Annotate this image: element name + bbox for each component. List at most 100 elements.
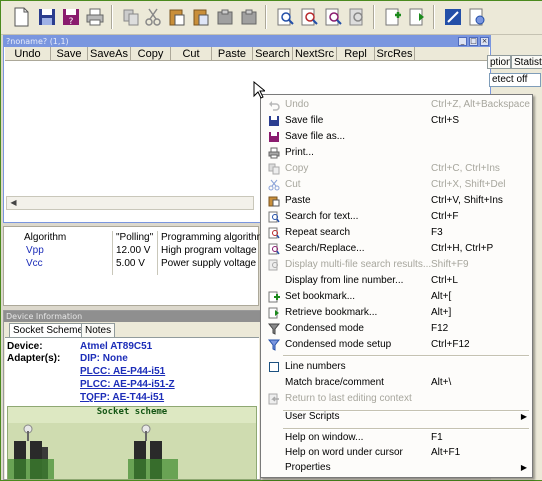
minimize-icon[interactable]: _	[458, 37, 467, 46]
menu-item-repeat-search[interactable]: Repeat search F3	[263, 225, 531, 241]
tab-options[interactable]: ptions	[487, 55, 511, 69]
clipboard-alt-icon[interactable]	[237, 5, 261, 29]
property-description: High program voltage	[161, 245, 257, 256]
replace-button[interactable]: Repl	[337, 47, 375, 61]
menu-item-label: Cut	[285, 179, 301, 190]
find-next-icon[interactable]	[297, 5, 321, 29]
menu-item-save-file[interactable]: Save file Ctrl+S	[263, 113, 531, 129]
new-file-icon[interactable]	[9, 5, 33, 29]
save-icon[interactable]	[35, 5, 59, 29]
menu-item-save-file-as[interactable]: Save file as...	[263, 129, 531, 145]
set-bookmark-icon[interactable]	[381, 5, 405, 29]
context-menu: Undo Ctrl+Z, Alt+Backspace Save file Ctr…	[260, 94, 533, 478]
close-icon[interactable]: ×	[480, 37, 489, 46]
menu-item-label: Help on word under cursor	[285, 447, 403, 458]
cut-icon[interactable]	[141, 5, 165, 29]
cut-button[interactable]: Cut	[171, 47, 212, 61]
menu-item-label: Search for text...	[285, 211, 359, 222]
copy-button[interactable]: Copy	[131, 47, 171, 61]
menu-item-retrieve-bookmark[interactable]: Retrieve bookmark... Alt+]	[263, 305, 531, 321]
edit-window-icon[interactable]	[441, 5, 465, 29]
menu-item-label: Paste	[285, 195, 311, 206]
tab-notes[interactable]: Notes	[81, 323, 116, 337]
menu-item-label: Condensed mode setup	[285, 339, 392, 350]
toolbar-separator	[373, 5, 375, 29]
socket-scheme-diagram: Socket scheme	[7, 406, 257, 480]
paste-icon[interactable]	[165, 5, 189, 29]
menu-item-label: Line numbers	[285, 361, 346, 372]
save-as-button[interactable]: SaveAs	[88, 47, 131, 61]
application-window: ? ?noname? (1,1) _ □ × Undo Save SaveAs …	[0, 0, 542, 481]
find-icon[interactable]	[273, 5, 297, 29]
print-icon[interactable]	[83, 5, 107, 29]
tab-statistics[interactable]: Statisti	[511, 55, 542, 69]
retrieve-bookmark-icon[interactable]	[405, 5, 429, 29]
line-numbers-checkbox[interactable]	[269, 362, 279, 372]
tab-socket-scheme[interactable]: Socket Scheme	[9, 323, 88, 337]
menu-item-undo[interactable]: Undo Ctrl+Z, Alt+Backspace	[263, 97, 531, 113]
menu-item-display-line-number[interactable]: Display from line number... Ctrl+L	[263, 273, 531, 289]
submenu-arrow-icon: ▶	[520, 463, 527, 472]
menu-item-search-for-text[interactable]: Search for text... Ctrl+F	[263, 209, 531, 225]
search-results-button[interactable]: SrcRes	[375, 47, 415, 61]
menu-item-return-editing-context[interactable]: Return to last editing context	[263, 391, 531, 407]
menu-item-properties[interactable]: Properties ▶	[263, 460, 531, 476]
menu-item-shortcut: Alt+F1	[431, 447, 461, 458]
table-row[interactable]: Vpp 12.00 V High program voltage	[4, 244, 260, 257]
save-button[interactable]: Save	[51, 47, 88, 61]
menu-item-match-brace[interactable]: Match brace/comment Alt+\	[263, 375, 531, 391]
detect-field[interactable]: etect off	[489, 73, 541, 87]
submenu-arrow-icon: ▶	[520, 412, 527, 421]
menu-item-display-search-results[interactable]: Display multi-file search results... Shi…	[263, 257, 531, 273]
adapter-dip: DIP: None	[80, 353, 128, 364]
menu-item-cut[interactable]: Cut Ctrl+X, Shift+Del	[263, 177, 531, 193]
paste-special-icon[interactable]	[189, 5, 213, 29]
copy-icon[interactable]	[119, 5, 143, 29]
horizontal-scrollbar[interactable]: ◀	[6, 196, 254, 210]
adapter-link[interactable]: PLCC: AE-P44-i51-Z	[80, 379, 175, 391]
table-row[interactable]: Vcc 5.00 V Power supply voltage	[4, 257, 260, 270]
paste-button[interactable]: Paste	[212, 47, 253, 61]
adapter-link[interactable]: PLCC: AE-P44-i51	[80, 366, 165, 378]
menu-item-condensed-mode[interactable]: Condensed mode F12	[263, 321, 531, 337]
menu-item-help-on-word[interactable]: Help on word under cursor Alt+F1	[263, 445, 531, 461]
menu-item-set-bookmark[interactable]: Set bookmark... Alt+[	[263, 289, 531, 305]
maximize-icon[interactable]: □	[469, 37, 478, 46]
return-icon	[268, 393, 279, 405]
adapter-link[interactable]: TQFP: AE-T44-i51	[80, 392, 164, 404]
clipboard-icon[interactable]	[213, 5, 237, 29]
menu-item-label: Condensed mode	[285, 323, 364, 334]
search-button[interactable]: Search	[253, 47, 293, 61]
menu-item-paste[interactable]: Paste Ctrl+V, Shift+Ins	[263, 193, 531, 209]
properties-table: Algorithm "Polling" Programming algorith…	[3, 226, 265, 306]
property-name: Algorithm	[24, 232, 67, 243]
menu-item-print[interactable]: Print...	[263, 145, 531, 161]
menu-item-condensed-mode-setup[interactable]: Condensed mode setup Ctrl+F12	[263, 337, 531, 353]
menu-item-label: Display multi-file search results...	[285, 259, 432, 270]
main-toolbar: ?	[1, 1, 542, 35]
menu-item-shortcut: Ctrl+F	[431, 211, 459, 222]
paste-icon	[268, 196, 280, 207]
menu-item-shortcut: F1	[431, 432, 443, 443]
menu-item-shortcut: Ctrl+S	[431, 115, 460, 126]
scroll-left-icon[interactable]: ◀	[7, 197, 20, 209]
filter-icon	[268, 323, 280, 335]
menu-item-label: Undo	[285, 99, 309, 110]
repeat-search-icon	[268, 227, 280, 239]
table-row[interactable]: Algorithm "Polling" Programming algorith…	[4, 231, 265, 244]
menu-item-shortcut: Ctrl+V, Shift+Ins	[431, 195, 503, 206]
menu-item-label: User Scripts	[285, 411, 340, 422]
settings-icon[interactable]	[465, 5, 489, 29]
menu-item-user-scripts[interactable]: User Scripts ▶	[263, 409, 531, 425]
save-as-icon[interactable]: ?	[59, 5, 83, 29]
replace-icon[interactable]	[321, 5, 345, 29]
next-search-button[interactable]: NextSrc	[293, 47, 337, 61]
menu-item-help-on-window[interactable]: Help on window... F1	[263, 430, 531, 446]
menu-item-line-numbers[interactable]: Line numbers	[263, 359, 531, 375]
menu-item-label: Return to last editing context	[285, 393, 412, 404]
undo-button[interactable]: Undo	[5, 47, 51, 61]
search-results-icon[interactable]	[345, 5, 369, 29]
menu-item-copy[interactable]: Copy Ctrl+C, Ctrl+Ins	[263, 161, 531, 177]
copy-icon	[268, 163, 280, 175]
menu-item-search-replace[interactable]: Search/Replace... Ctrl+H, Ctrl+P	[263, 241, 531, 257]
